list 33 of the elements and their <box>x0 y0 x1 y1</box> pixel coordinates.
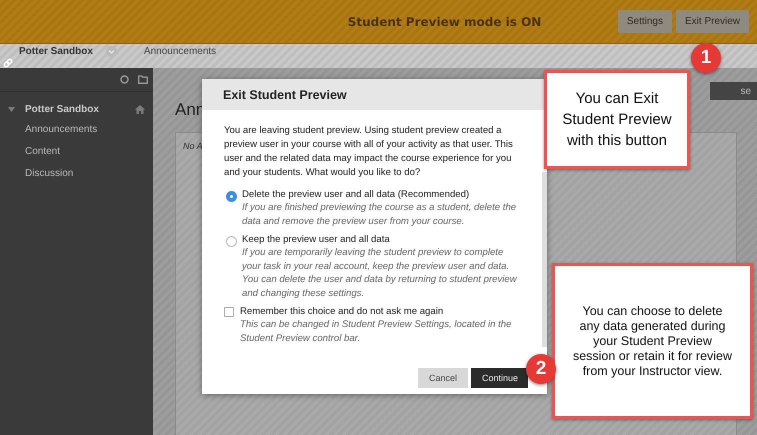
toolbar-button[interactable]: se <box>710 82 757 100</box>
refresh-icon[interactable] <box>120 75 129 84</box>
menu-item[interactable]: Content <box>0 141 153 163</box>
option-hint: If you are finished previewing the course as a student, delete the data and remove the preview user from your course. <box>242 201 518 228</box>
option-label[interactable]: Keep the preview user and all data <box>242 233 529 246</box>
dialog-message: You are leaving student preview. Using student preview created a preview user in your course with all of your activity as that user. This user and the related data may impact the course experience for you and your students. What would you like to do? <box>224 124 514 180</box>
link-icon[interactable] <box>3 58 13 68</box>
callout-text: You can choose to delete any data generated during your Student Preview session or retain it for review from your Instructor view. <box>572 304 734 378</box>
preview-bar-button[interactable]: Exit Preview <box>676 10 750 33</box>
menu-item[interactable]: Discussion <box>0 163 153 185</box>
scrollbar[interactable] <box>542 172 547 347</box>
preview-mode-message: Student Preview mode is ON <box>348 14 542 28</box>
continue-button[interactable]: Continue <box>471 368 528 388</box>
home-icon[interactable] <box>135 105 145 114</box>
course-title[interactable]: Potter Sandbox <box>25 104 135 115</box>
folder-icon[interactable] <box>138 75 148 84</box>
option-label[interactable]: Delete the preview user and all data (Recommended) <box>242 188 529 201</box>
menu-item[interactable]: Announcements <box>0 119 153 141</box>
callout-text: You can Exit Student Preview with this button <box>561 89 673 151</box>
chevron-circle-icon[interactable] <box>106 46 117 56</box>
checkbox[interactable] <box>224 307 234 317</box>
triangle-down-icon[interactable] <box>8 107 15 112</box>
radio-button[interactable] <box>226 236 237 247</box>
preview-bar-button[interactable]: Settings <box>618 10 672 33</box>
checkbox-label[interactable]: Remember this choice and do not ask me again <box>240 305 529 318</box>
option-hint: If you are temporarily leaving the student preview to complete your task in your real account, keep the preview user and data. You can delete the user and data by returning to student preview and changing these settings. <box>242 246 518 300</box>
radio-button[interactable] <box>226 191 237 202</box>
checkbox-hint: This can be changed in Student Preview Settings, located in the Student Preview control bar. <box>240 318 512 345</box>
empty-notice: No A <box>183 141 203 151</box>
course-link[interactable]: Potter Sandbox <box>19 46 93 56</box>
breadcrumb-item[interactable]: Announcements <box>144 46 216 56</box>
cancel-button[interactable]: Cancel <box>418 368 468 388</box>
dialog-title: Exit Student Preview <box>202 79 547 110</box>
